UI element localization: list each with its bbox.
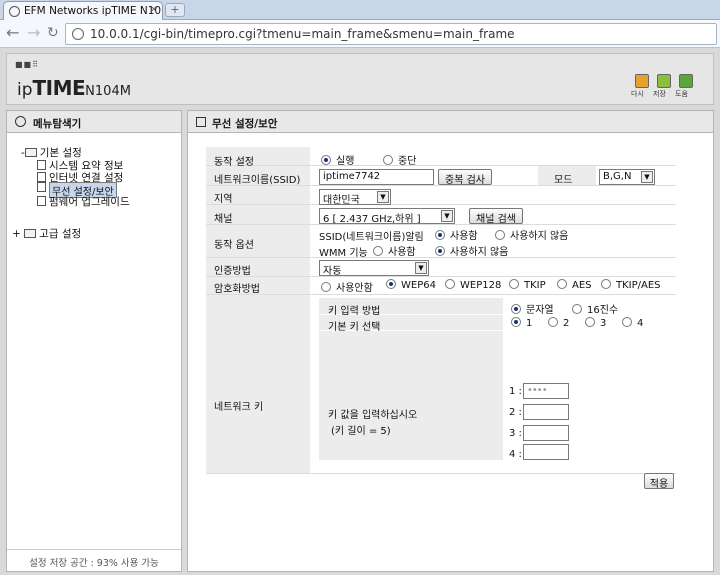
chevron-down-icon: ▼ — [641, 171, 653, 183]
tab-title: EFM Networks ipTIME N10 — [24, 5, 162, 17]
url-text: 10.0.0.1/cgi-bin/timepro.cgi?tmenu=main_… — [90, 27, 515, 41]
key-value-prompt: 키 값을 입력하십시오 — [328, 410, 418, 421]
iptime-logo: ipTIMEN104M — [17, 76, 131, 100]
enc-tkip-radio[interactable]: TKIP — [509, 279, 546, 291]
key-length-hint: (키 길이 = 5) — [331, 426, 391, 437]
key-1-label: 1 : — [509, 386, 522, 397]
wmm-label: WMM 기능 — [319, 248, 368, 259]
new-tab-button[interactable]: + — [165, 3, 185, 17]
storage-usage: 설정 저장 공간 : 93% 사용 가능 — [7, 549, 181, 569]
help-button[interactable]: 도움 — [675, 74, 697, 98]
default-key-label: 기본 키 선택 — [328, 322, 381, 333]
refresh-button[interactable]: 다시 — [631, 74, 653, 98]
logo-squares-icon: ■■⠿ — [15, 60, 39, 69]
back-arrow-icon[interactable]: ← — [6, 25, 19, 41]
page-icon — [37, 172, 46, 182]
ssid-broadcast-on-radio[interactable]: 사용함 — [435, 227, 478, 242]
page-title: 무선 설정/보안 — [188, 111, 713, 133]
address-bar[interactable]: 10.0.0.1/cgi-bin/timepro.cgi?tmenu=main_… — [65, 23, 717, 45]
key-method-string-radio[interactable]: 문자열 — [511, 301, 554, 316]
save-button[interactable]: 저장 — [653, 74, 675, 98]
operation-run-radio[interactable]: 실행 — [321, 152, 354, 167]
router-header: ■■⠿ ipTIMEN104M 다시 저장 도움 — [6, 53, 714, 105]
forward-arrow-icon[interactable]: → — [27, 25, 40, 41]
duplicate-check-button[interactable]: 중복 검사 — [438, 169, 492, 186]
chevron-down-icon: ▼ — [377, 191, 389, 203]
key-3-input[interactable] — [523, 425, 569, 441]
default-key-2-radio[interactable]: 2 — [548, 317, 569, 329]
key-4-label: 4 : — [509, 449, 522, 460]
page-icon — [37, 196, 46, 206]
enc-wep64-radio[interactable]: WEP64 — [386, 279, 436, 291]
refresh-icon — [635, 74, 649, 88]
router-page: ■■⠿ ipTIMEN104M 다시 저장 도움 메뉴탐색기 - 기본 설정 시스… — [0, 48, 720, 575]
wireless-settings-panel: 무선 설정/보안 동작 설정 실행 중단 네트워크이름(SSID) iptime… — [187, 110, 714, 572]
chevron-down-icon: ▼ — [441, 210, 453, 222]
tree-item-wireless-security[interactable]: 무선 설정/보안 — [37, 182, 117, 198]
menu-explorer-title: 메뉴탐색기 — [7, 111, 181, 133]
save-icon — [657, 74, 671, 88]
network-key-label: 네트워크 키 — [214, 402, 264, 413]
mode-select[interactable]: B,G,N ▼ — [599, 169, 655, 185]
region-label: 지역 — [214, 194, 233, 205]
window-icon — [196, 117, 206, 127]
browser-tab[interactable]: EFM Networks ipTIME N10 × — [3, 1, 163, 20]
auth-select[interactable]: 자동 ▼ — [319, 260, 429, 276]
apply-button[interactable]: 적용 — [644, 473, 674, 490]
ssid-input[interactable]: iptime7742 — [319, 169, 434, 185]
key-input-method-label: 키 입력 방법 — [328, 306, 381, 317]
ssid-label: 네트워크이름(SSID) — [214, 175, 301, 186]
key-2-label: 2 : — [509, 407, 522, 418]
folder-icon — [24, 229, 37, 238]
operation-label: 동작 설정 — [214, 157, 254, 168]
help-icon — [679, 74, 693, 88]
channel-search-button[interactable]: 채널 검색 — [469, 208, 523, 225]
enc-tkip-aes-radio[interactable]: TKIP/AES — [601, 279, 661, 291]
key-method-hex-radio[interactable]: 16진수 — [572, 301, 618, 316]
favicon-icon — [9, 6, 20, 17]
folder-icon — [24, 148, 37, 157]
options-label: 동작 옵션 — [214, 240, 254, 251]
region-select[interactable]: 대한민국 ▼ — [319, 189, 391, 205]
page-icon — [37, 182, 46, 192]
channel-select[interactable]: 6 [ 2.437 GHz,하위 ] ▼ — [319, 208, 455, 224]
key-3-label: 3 : — [509, 428, 522, 439]
tree-advanced-settings[interactable]: + 고급 설정 — [12, 226, 81, 241]
auth-label: 인증방법 — [214, 266, 251, 277]
key-4-input[interactable] — [523, 444, 569, 460]
browser-nav-bar: ← → ↻ 10.0.0.1/cgi-bin/timepro.cgi?tmenu… — [0, 20, 720, 48]
ssid-broadcast-off-radio[interactable]: 사용하지 않음 — [495, 227, 568, 242]
key-2-input[interactable] — [523, 404, 569, 420]
page-icon — [37, 160, 46, 170]
chevron-down-icon: ▼ — [415, 262, 427, 274]
enc-wep128-radio[interactable]: WEP128 — [445, 279, 501, 291]
reload-icon[interactable]: ↻ — [47, 25, 59, 41]
default-key-3-radio[interactable]: 3 — [585, 317, 606, 329]
wmm-on-radio[interactable]: 사용함 — [373, 243, 416, 258]
browser-tab-bar: EFM Networks ipTIME N10 × + — [0, 0, 720, 20]
ssid-broadcast-label: SSID(네트워크이름)알림 — [319, 232, 424, 243]
default-key-1-radio[interactable]: 1 — [511, 317, 532, 329]
close-tab-icon[interactable]: × — [150, 4, 158, 15]
wmm-off-radio[interactable]: 사용하지 않음 — [435, 243, 508, 258]
menu-explorer-panel: 메뉴탐색기 - 기본 설정 시스템 요약 정보 인터넷 연결 설정 무선 설정/보… — [6, 110, 182, 572]
key-1-input[interactable]: •••• — [523, 383, 569, 399]
encryption-label: 암호화방법 — [214, 284, 260, 295]
enc-none-radio[interactable]: 사용안함 — [321, 279, 373, 294]
default-key-4-radio[interactable]: 4 — [622, 317, 643, 329]
enc-aes-radio[interactable]: AES — [557, 279, 592, 291]
mode-label: 모드 — [554, 175, 573, 186]
magnifier-icon — [15, 116, 26, 127]
tree-item-firmware-upgrade[interactable]: 펌웨어 업그레이드 — [37, 194, 130, 209]
channel-label: 채널 — [214, 214, 233, 225]
operation-stop-radio[interactable]: 중단 — [383, 152, 416, 167]
page-icon — [72, 28, 84, 40]
